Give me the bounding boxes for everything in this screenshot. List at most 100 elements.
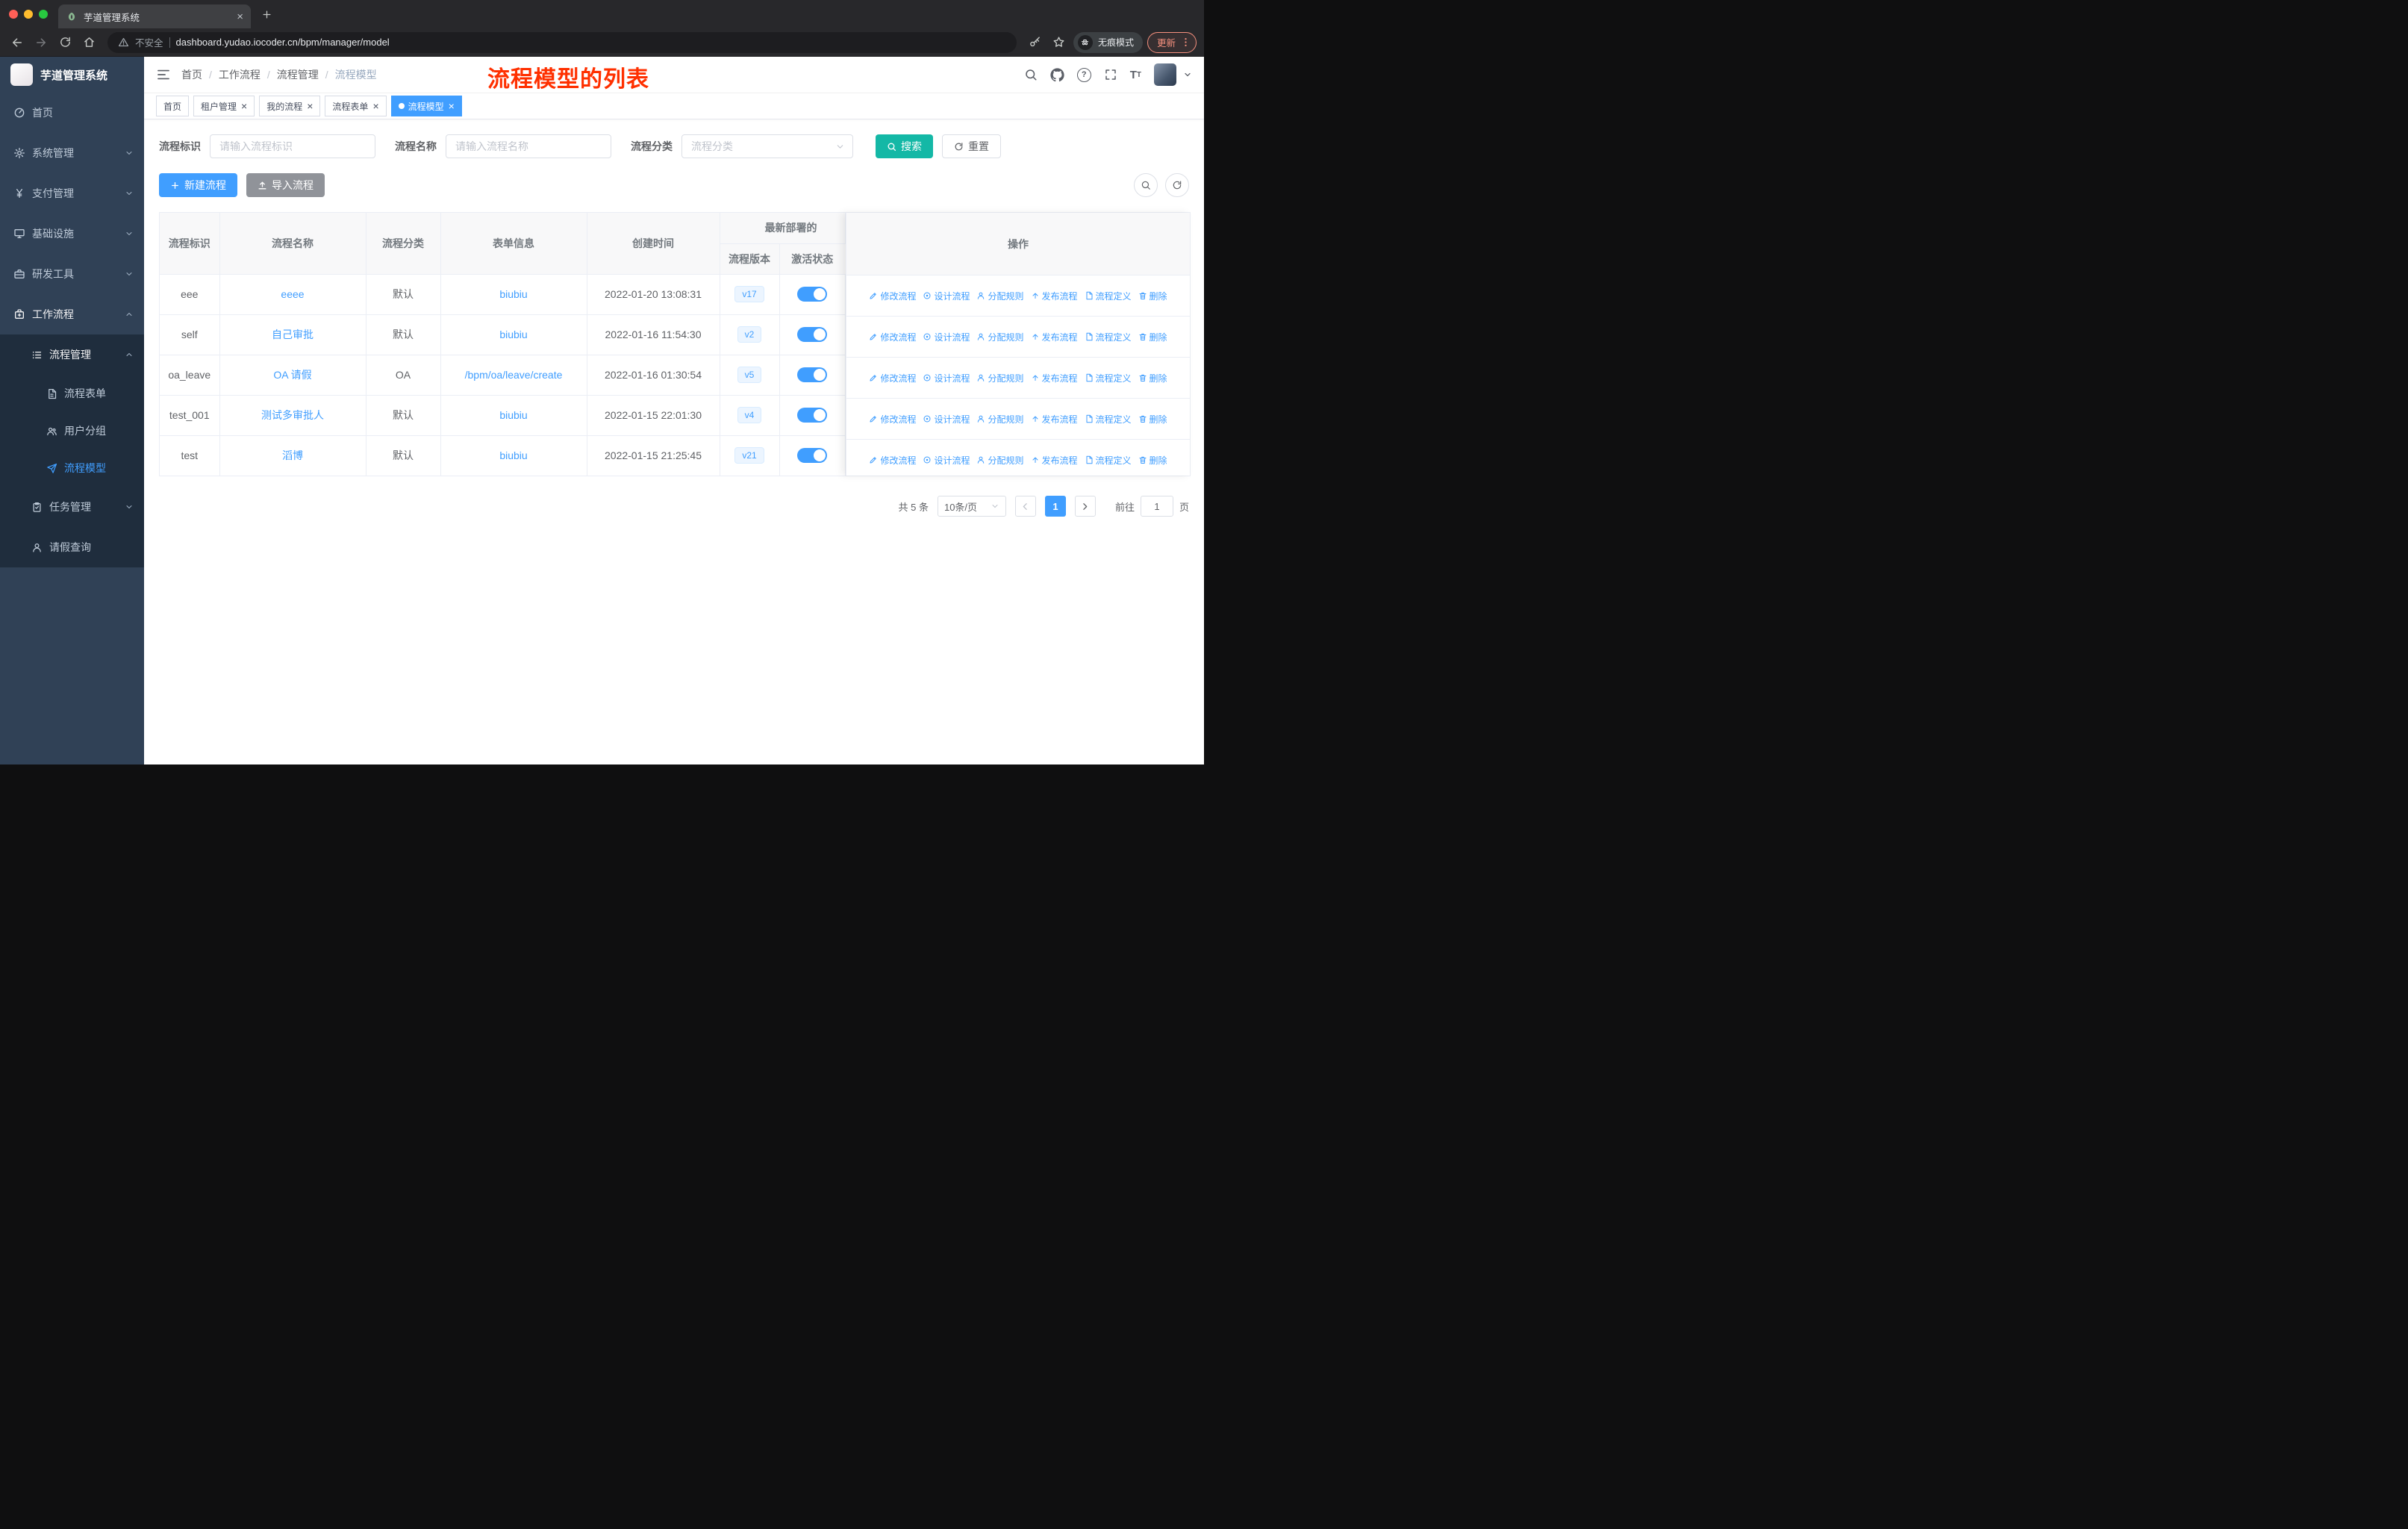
form-info-link[interactable]: /bpm/oa/leave/create — [465, 369, 563, 381]
action-assign-link[interactable]: 分配规则 — [976, 413, 1024, 426]
prev-page-button[interactable] — [1014, 496, 1036, 517]
action-design-link[interactable]: 设计流程 — [923, 372, 970, 384]
view-tag-2[interactable]: 我的流程 × — [259, 96, 321, 116]
next-page-button[interactable] — [1074, 496, 1096, 517]
security-warning-icon[interactable] — [118, 37, 129, 48]
process-name-link[interactable]: 滔博 — [282, 449, 303, 461]
password-key-icon[interactable] — [1026, 33, 1045, 52]
breadcrumb-item[interactable]: 首页 — [181, 67, 202, 82]
minimize-window-button[interactable] — [24, 10, 33, 19]
action-definition-link[interactable]: 流程定义 — [1085, 454, 1132, 467]
page-size-select[interactable]: 10条/页 — [937, 496, 1006, 517]
page-number-1[interactable]: 1 — [1044, 496, 1066, 517]
process-name-link[interactable]: OA 请假 — [273, 369, 311, 381]
process-category-select[interactable]: 流程分类 — [681, 134, 853, 158]
form-info-link[interactable]: biubiu — [499, 328, 527, 340]
sidebar-item-6[interactable]: 流程管理 — [0, 334, 144, 375]
reset-button[interactable]: 重置 — [942, 134, 1001, 158]
action-delete-link[interactable]: 删除 — [1138, 413, 1167, 426]
action-assign-link[interactable]: 分配规则 — [976, 290, 1024, 302]
hamburger-icon[interactable] — [156, 67, 171, 82]
sidebar-item-2[interactable]: 支付管理 — [0, 173, 144, 214]
form-info-link[interactable]: biubiu — [499, 288, 527, 300]
reload-button[interactable] — [55, 33, 75, 52]
close-window-button[interactable] — [9, 10, 18, 19]
create-process-button[interactable]: 新建流程 — [159, 173, 237, 197]
active-toggle[interactable] — [797, 327, 827, 342]
active-toggle[interactable] — [797, 448, 827, 464]
form-info-link[interactable]: biubiu — [499, 449, 527, 461]
action-definition-link[interactable]: 流程定义 — [1085, 290, 1132, 302]
action-publish-link[interactable]: 发布流程 — [1031, 290, 1078, 302]
action-delete-link[interactable]: 删除 — [1138, 290, 1167, 302]
close-icon[interactable]: × — [449, 101, 455, 111]
sidebar-item-9[interactable]: 流程模型 — [0, 449, 144, 487]
refresh-table-button[interactable] — [1165, 173, 1189, 197]
action-publish-link[interactable]: 发布流程 — [1031, 331, 1078, 343]
update-button[interactable]: 更新 — [1147, 31, 1197, 53]
form-info-link[interactable]: biubiu — [499, 409, 527, 421]
sidebar-item-10[interactable]: 任务管理 — [0, 487, 144, 527]
action-definition-link[interactable]: 流程定义 — [1085, 372, 1132, 384]
active-toggle[interactable] — [797, 408, 827, 423]
font-size-icon[interactable]: TT — [1130, 69, 1141, 81]
github-icon[interactable] — [1050, 67, 1064, 82]
action-publish-link[interactable]: 发布流程 — [1031, 372, 1078, 384]
action-edit-link[interactable]: 修改流程 — [869, 331, 916, 343]
active-toggle[interactable] — [797, 287, 827, 302]
process-name-link[interactable]: 自己审批 — [272, 328, 314, 340]
sidebar-item-5[interactable]: 工作流程 — [0, 294, 144, 334]
action-edit-link[interactable]: 修改流程 — [869, 372, 916, 384]
action-edit-link[interactable]: 修改流程 — [869, 413, 916, 426]
close-icon[interactable]: × — [241, 101, 247, 111]
process-name-link[interactable]: eeee — [281, 288, 304, 300]
action-publish-link[interactable]: 发布流程 — [1031, 454, 1078, 467]
action-design-link[interactable]: 设计流程 — [923, 413, 970, 426]
view-tag-3[interactable]: 流程表单 × — [325, 96, 387, 116]
search-button[interactable]: 搜索 — [876, 134, 933, 158]
close-icon[interactable]: × — [307, 101, 313, 111]
breadcrumb-item[interactable]: 流程管理 — [277, 67, 319, 82]
sidebar-item-0[interactable]: 首页 — [0, 93, 144, 133]
logo-row[interactable]: 芋道管理系统 — [0, 57, 144, 93]
back-button[interactable] — [7, 33, 27, 52]
search-icon[interactable] — [1024, 68, 1038, 81]
action-assign-link[interactable]: 分配规则 — [976, 454, 1024, 467]
active-toggle[interactable] — [797, 367, 827, 382]
toggle-search-button[interactable] — [1134, 173, 1158, 197]
sidebar-item-1[interactable]: 系统管理 — [0, 133, 144, 173]
action-design-link[interactable]: 设计流程 — [923, 290, 970, 302]
action-definition-link[interactable]: 流程定义 — [1085, 413, 1132, 426]
sidebar-item-11[interactable]: 请假查询 — [0, 527, 144, 567]
breadcrumb-item[interactable]: 工作流程 — [219, 67, 261, 82]
action-assign-link[interactable]: 分配规则 — [976, 331, 1024, 343]
browser-tab[interactable]: 芋道管理系统 × — [58, 4, 251, 28]
help-icon[interactable]: ? — [1076, 67, 1091, 82]
action-publish-link[interactable]: 发布流程 — [1031, 413, 1078, 426]
home-button[interactable] — [79, 33, 99, 52]
tab-close-icon[interactable]: × — [237, 11, 243, 22]
sidebar-item-3[interactable]: 基础设施 — [0, 214, 144, 254]
user-avatar[interactable] — [1154, 63, 1176, 86]
action-design-link[interactable]: 设计流程 — [923, 331, 970, 343]
goto-page-input[interactable] — [1140, 496, 1173, 517]
action-design-link[interactable]: 设计流程 — [923, 454, 970, 467]
forward-button[interactable] — [31, 33, 51, 52]
close-icon[interactable]: × — [372, 101, 378, 111]
action-definition-link[interactable]: 流程定义 — [1085, 331, 1132, 343]
action-delete-link[interactable]: 删除 — [1138, 372, 1167, 384]
process-name-link[interactable]: 测试多审批人 — [261, 409, 324, 421]
view-tag-1[interactable]: 租户管理 × — [193, 96, 255, 116]
sidebar-item-8[interactable]: 用户分组 — [0, 412, 144, 449]
action-assign-link[interactable]: 分配规则 — [976, 372, 1024, 384]
new-tab-button[interactable] — [257, 4, 276, 24]
action-edit-link[interactable]: 修改流程 — [869, 454, 916, 467]
fullscreen-icon[interactable] — [1104, 68, 1117, 81]
import-process-button[interactable]: 导入流程 — [246, 173, 325, 197]
action-delete-link[interactable]: 删除 — [1138, 454, 1167, 467]
sidebar-item-4[interactable]: 研发工具 — [0, 254, 144, 294]
process-name-input[interactable] — [446, 134, 611, 158]
action-delete-link[interactable]: 删除 — [1138, 331, 1167, 343]
view-tag-4[interactable]: 流程模型 × — [390, 96, 462, 116]
view-tag-0[interactable]: 首页 — [156, 96, 190, 116]
